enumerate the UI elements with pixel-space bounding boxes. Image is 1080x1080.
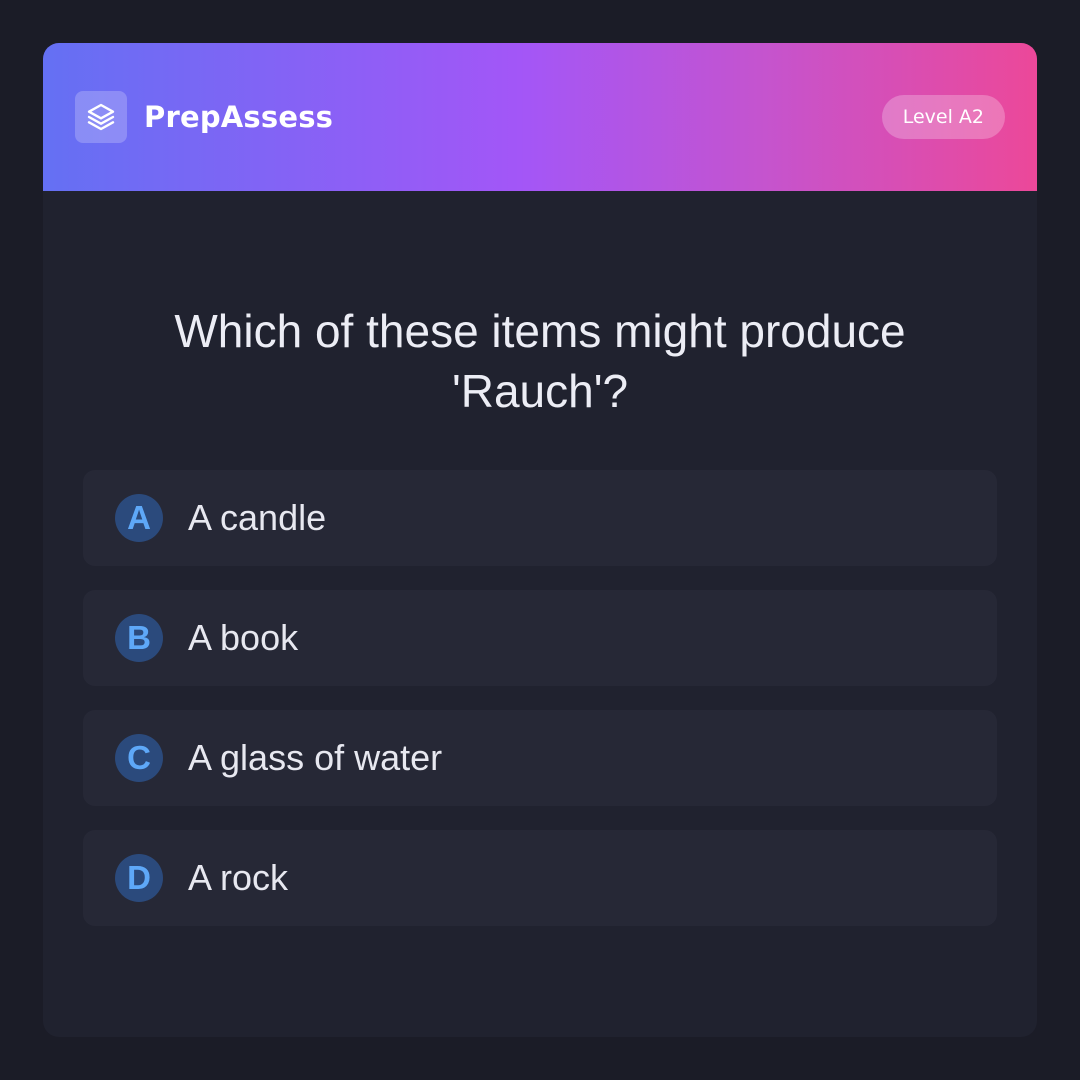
option-d[interactable]: D A rock [83, 830, 997, 926]
option-label: A book [188, 617, 299, 658]
option-label: A rock [188, 857, 289, 898]
option-letter: A [115, 494, 163, 542]
option-letter: D [115, 854, 163, 902]
brand-name: PrepAssess [144, 100, 334, 134]
brand: PrepAssess [75, 91, 333, 143]
option-letter: B [115, 614, 163, 662]
header-bar: PrepAssess Level A2 [43, 43, 1037, 191]
question-text: Which of these items might produce 'Rauc… [174, 305, 906, 417]
level-badge: Level A2 [881, 95, 1005, 139]
option-label: A candle [188, 497, 327, 538]
layers-icon [75, 91, 127, 143]
option-c[interactable]: C A glass of water [83, 710, 997, 806]
quiz-card: PrepAssess Level A2 Which of these items… [43, 43, 1037, 1037]
option-label: A glass of water [188, 737, 443, 778]
answer-options: A A candle B A book C A glass of water D… [83, 470, 997, 950]
option-letter: C [115, 734, 163, 782]
option-a[interactable]: A A candle [83, 470, 997, 566]
option-b[interactable]: B A book [83, 590, 997, 686]
